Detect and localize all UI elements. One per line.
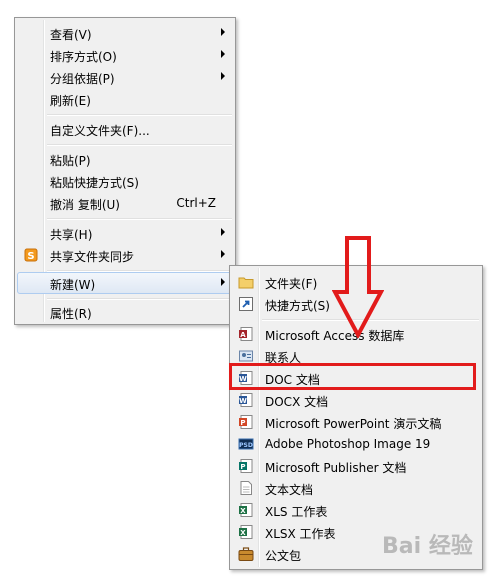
menu-item-label: 共享(H) bbox=[50, 228, 93, 242]
submenu-item-publisher[interactable]: P Microsoft Publisher 文档 bbox=[232, 455, 480, 477]
menu-item-label: Adobe Photoshop Image 19 bbox=[265, 437, 431, 451]
menu-item-label: 粘贴快捷方式(S) bbox=[50, 176, 139, 190]
svg-text:X: X bbox=[240, 529, 246, 537]
word-docx-icon: W bbox=[239, 393, 253, 407]
menu-item-label: 文件夹(F) bbox=[265, 277, 318, 291]
contact-card-icon bbox=[239, 350, 253, 362]
menu-item-share[interactable]: 共享(H) bbox=[17, 222, 233, 244]
menu-item-customize-folder[interactable]: 自定义文件夹(F)... bbox=[17, 118, 233, 140]
menu-item-label: 快捷方式(S) bbox=[265, 299, 330, 313]
submenu-item-docx[interactable]: W DOCX 文档 bbox=[232, 389, 480, 411]
menu-item-label: 属性(R) bbox=[50, 307, 92, 321]
submenu-item-photoshop[interactable]: PSD Adobe Photoshop Image 19 bbox=[232, 433, 480, 455]
sync-s-icon: S bbox=[24, 248, 38, 262]
desktop-context-menu: 查看(V) 排序方式(O) 分组依据(P) 刷新(E) 自定义文件夹(F)...… bbox=[14, 17, 236, 325]
menu-item-label: Microsoft Publisher 文档 bbox=[265, 461, 407, 475]
menu-item-label: 刷新(E) bbox=[50, 94, 91, 108]
menu-item-sort[interactable]: 排序方式(O) bbox=[17, 44, 233, 66]
menu-item-label: 排序方式(O) bbox=[50, 50, 117, 64]
menu-item-undo-copy[interactable]: 撤消 复制(U) Ctrl+Z bbox=[17, 192, 233, 214]
folder-icon bbox=[238, 277, 254, 289]
submenu-arrow-icon bbox=[221, 228, 225, 236]
shortcut-arrow-icon bbox=[239, 297, 253, 311]
svg-text:A: A bbox=[240, 331, 246, 339]
access-database-icon: A bbox=[239, 327, 253, 341]
submenu-arrow-icon bbox=[221, 250, 225, 258]
menu-item-folder-sync[interactable]: S 共享文件夹同步 bbox=[17, 244, 233, 266]
menu-item-label: 公文包 bbox=[265, 549, 302, 563]
excel-xls-icon: X bbox=[239, 503, 253, 517]
publisher-icon: P bbox=[239, 459, 253, 473]
briefcase-icon bbox=[238, 547, 254, 561]
text-document-icon bbox=[240, 481, 252, 495]
svg-text:S: S bbox=[27, 251, 34, 262]
baidu-watermark: Bai 经验 bbox=[382, 534, 473, 559]
menu-item-view[interactable]: 查看(V) bbox=[17, 22, 233, 44]
menu-separator bbox=[47, 298, 232, 300]
svg-text:PSD: PSD bbox=[239, 442, 253, 449]
menu-item-label: 共享文件夹同步 bbox=[50, 250, 135, 264]
svg-text:X: X bbox=[240, 507, 246, 515]
menu-item-properties[interactable]: 属性(R) bbox=[17, 301, 233, 323]
menu-item-label: 自定义文件夹(F)... bbox=[50, 124, 150, 138]
menu-item-paste[interactable]: 粘贴(P) bbox=[17, 148, 233, 170]
menu-item-label: DOCX 文档 bbox=[265, 395, 329, 409]
menu-item-label: 撤消 复制(U) bbox=[50, 198, 120, 212]
submenu-item-powerpoint[interactable]: P Microsoft PowerPoint 演示文稿 bbox=[232, 411, 480, 433]
submenu-arrow-icon bbox=[221, 278, 225, 286]
svg-text:P: P bbox=[240, 463, 245, 471]
menu-item-paste-shortcut[interactable]: 粘贴快捷方式(S) bbox=[17, 170, 233, 192]
menu-item-label: XLSX 工作表 bbox=[265, 527, 336, 541]
menu-item-label: 文本文档 bbox=[265, 483, 314, 497]
menu-item-label: 查看(V) bbox=[50, 28, 92, 42]
submenu-item-text[interactable]: 文本文档 bbox=[232, 477, 480, 499]
menu-item-new[interactable]: 新建(W) bbox=[17, 272, 233, 294]
menu-item-label: 新建(W) bbox=[50, 278, 96, 292]
keyboard-shortcut: Ctrl+Z bbox=[176, 196, 216, 210]
submenu-arrow-icon bbox=[221, 28, 225, 36]
menu-item-group[interactable]: 分组依据(P) bbox=[17, 66, 233, 88]
menu-item-label: XLS 工作表 bbox=[265, 505, 328, 519]
menu-item-label: 分组依据(P) bbox=[50, 72, 115, 86]
excel-xlsx-icon: X bbox=[239, 525, 253, 539]
svg-text:W: W bbox=[239, 397, 247, 405]
submenu-item-xls[interactable]: X XLS 工作表 bbox=[232, 499, 480, 521]
menu-item-label: Microsoft PowerPoint 演示文稿 bbox=[265, 417, 442, 431]
menu-separator bbox=[47, 218, 232, 220]
powerpoint-icon: P bbox=[239, 415, 253, 429]
svg-text:P: P bbox=[240, 419, 245, 427]
menu-item-refresh[interactable]: 刷新(E) bbox=[17, 88, 233, 110]
submenu-arrow-icon bbox=[221, 72, 225, 80]
menu-separator bbox=[47, 114, 232, 116]
menu-item-label: 粘贴(P) bbox=[50, 154, 91, 168]
photoshop-psd-icon: PSD bbox=[238, 438, 254, 450]
doc-highlight-box bbox=[229, 363, 476, 390]
submenu-arrow-icon bbox=[221, 50, 225, 58]
down-arrow-icon bbox=[332, 236, 384, 338]
menu-separator bbox=[47, 144, 232, 146]
